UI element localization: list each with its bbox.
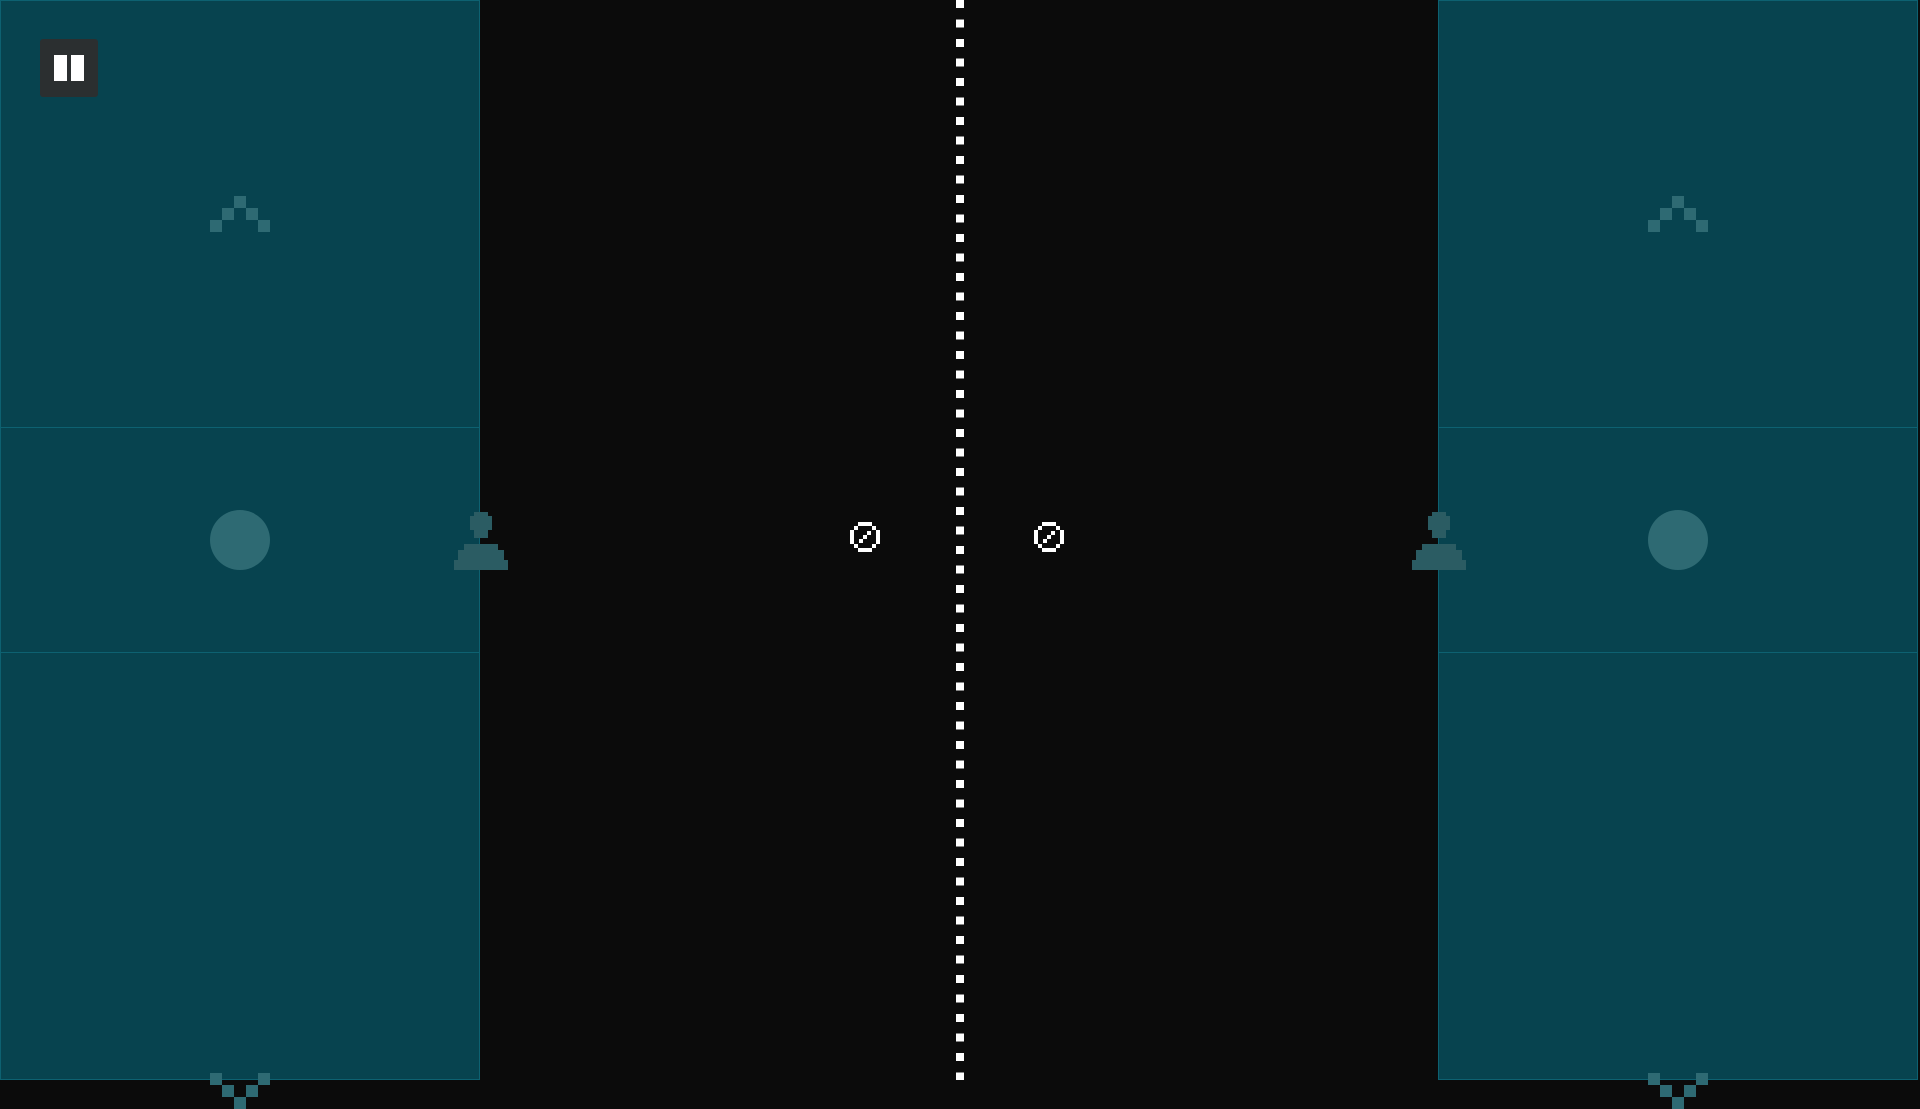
- chevron-up-icon: [210, 196, 270, 232]
- left-player-paddle: [454, 512, 508, 570]
- chevron-down-icon: [1648, 1073, 1708, 1109]
- ball-icon: [850, 522, 880, 552]
- circle-button-icon: [210, 510, 270, 570]
- court-net: [956, 0, 964, 1080]
- right-player-paddle: [1412, 512, 1466, 570]
- left-control-panel: [0, 0, 480, 1109]
- ball-icon: [1034, 522, 1064, 552]
- left-action-zone[interactable]: [1, 428, 479, 653]
- left-down-zone[interactable]: [1, 653, 479, 1109]
- right-control-panel: [1438, 0, 1918, 1109]
- right-up-zone[interactable]: [1439, 1, 1917, 428]
- pause-button[interactable]: [40, 39, 98, 97]
- circle-button-icon: [1648, 510, 1708, 570]
- right-down-zone[interactable]: [1439, 653, 1917, 1109]
- right-action-zone[interactable]: [1439, 428, 1917, 653]
- chevron-down-icon: [210, 1073, 270, 1109]
- chevron-up-icon: [1648, 196, 1708, 232]
